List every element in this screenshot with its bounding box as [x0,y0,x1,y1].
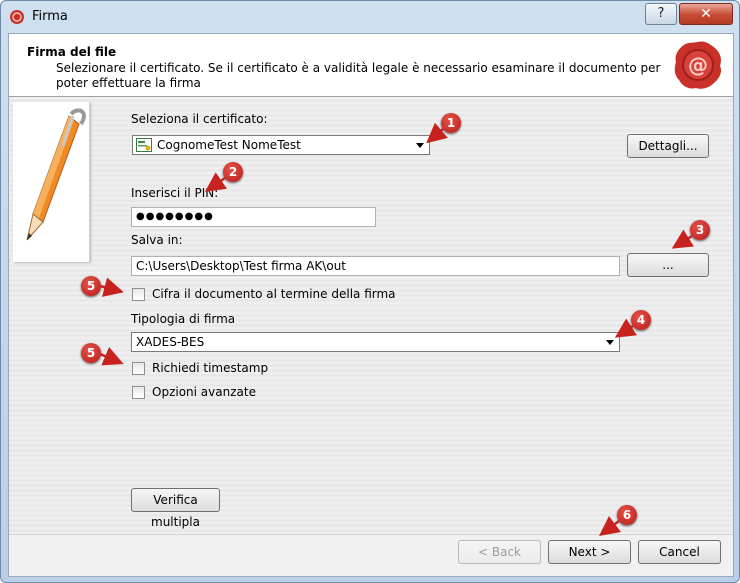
marker-6: 6 [617,505,637,525]
arrow-4 [614,318,638,338]
arrow-1 [426,122,448,144]
marker-3: 3 [690,220,710,240]
arrow-5a [99,277,124,297]
marker-1: 1 [441,113,461,133]
marker-5: 5 [81,343,101,363]
marker-5: 5 [81,276,101,296]
arrow-3 [671,229,695,249]
annotation-arrows [99,122,695,536]
arrow-2 [204,172,228,192]
arrow-5b [99,346,124,366]
marker-4: 4 [631,310,651,330]
marker-2: 2 [223,162,243,182]
arrow-6 [599,516,621,536]
